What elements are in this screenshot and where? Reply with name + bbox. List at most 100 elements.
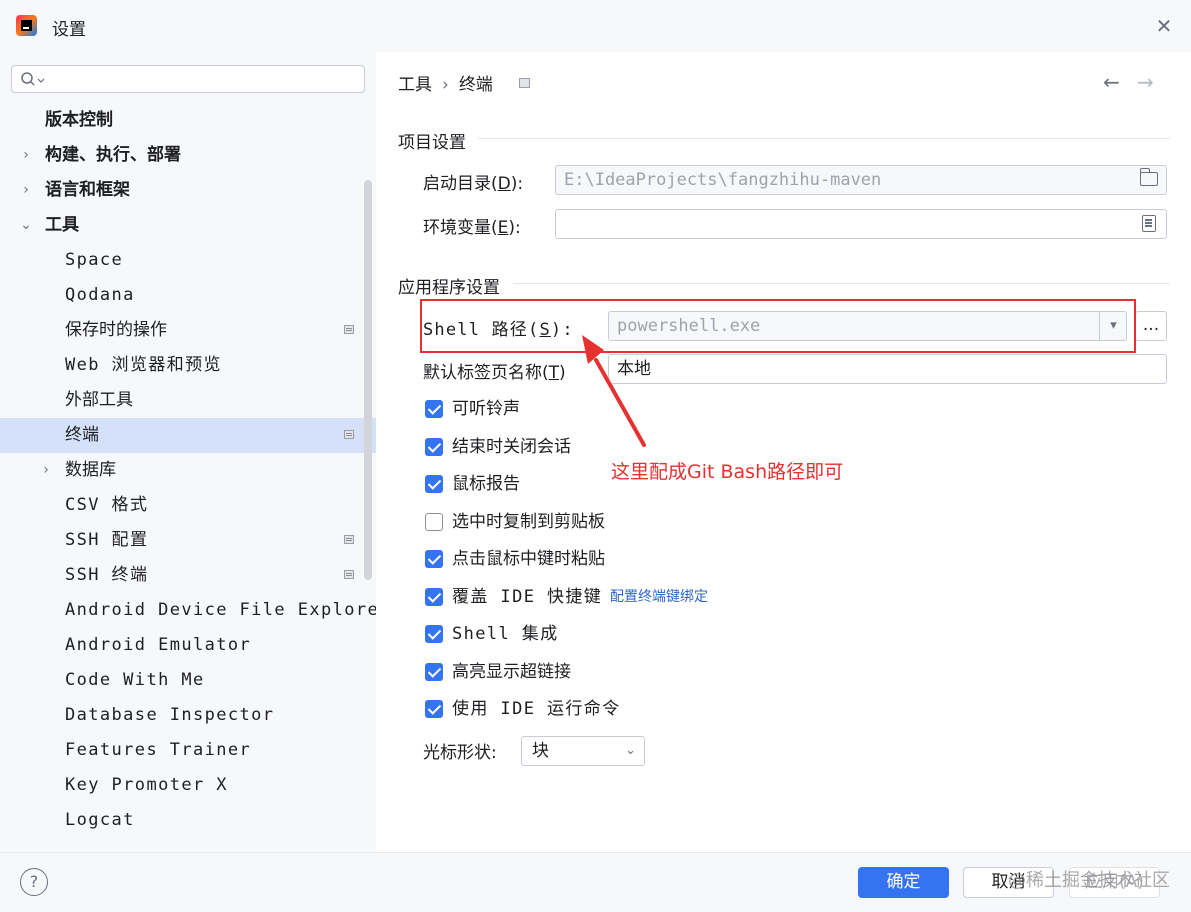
configure-keybindings-link[interactable]: 配置终端键绑定 <box>610 587 708 607</box>
sidebar-item-label: Android Emulator <box>65 635 252 655</box>
tab-name-value: 本地 <box>617 359 651 379</box>
start-dir-field[interactable]: E:\IdeaProjects\fangzhihu-maven <box>555 165 1167 195</box>
sidebar-item[interactable]: 终端 <box>0 418 376 453</box>
search-icon[interactable] <box>20 71 50 89</box>
folder-icon[interactable] <box>1139 168 1158 186</box>
sidebar-item[interactable]: Qodana <box>0 278 376 313</box>
sidebar-item-label: 保存时的操作 <box>65 320 167 340</box>
sidebar-item[interactable]: Code With Me <box>0 663 376 698</box>
checkbox-checked-icon[interactable] <box>425 437 443 456</box>
sidebar-item[interactable]: SSH 配置 <box>0 523 376 558</box>
sidebar-scrollbar[interactable] <box>364 180 372 580</box>
app-settings-title: 应用程序设置 <box>398 278 500 298</box>
sidebar-item[interactable]: SSH 终端 <box>0 558 376 593</box>
sidebar-item-label: 数据库 <box>65 460 116 480</box>
document-icon[interactable] <box>1142 215 1156 232</box>
sidebar-item[interactable]: ⌄ 工具 <box>0 208 376 243</box>
cursor-shape-label: 光标形状: <box>423 743 497 763</box>
project-settings-title: 项目设置 <box>398 133 466 153</box>
sidebar-item[interactable]: Android Device File Explore <box>0 593 376 628</box>
ok-button[interactable]: 确定 <box>858 867 949 898</box>
sidebar-item[interactable]: › 数据库 <box>0 453 376 488</box>
sidebar-item[interactable]: Features Trainer <box>0 733 376 768</box>
sidebar-item[interactable]: CSV 格式 <box>0 488 376 523</box>
sidebar-item-label: Features Trainer <box>65 740 252 760</box>
forward-arrow-icon[interactable]: → <box>1137 70 1154 94</box>
checkbox-checked-icon[interactable] <box>425 625 443 643</box>
chevron-right-icon[interactable]: › <box>19 173 33 208</box>
project-page-icon <box>344 430 354 439</box>
sidebar-item[interactable]: Key Promoter X <box>0 768 376 803</box>
window-title: 设置 <box>52 20 86 40</box>
sidebar-item-label: Android Device File Explore <box>65 600 376 620</box>
chevron-down-icon[interactable]: ⌄ <box>19 208 33 243</box>
sidebar-item-label: 工具 <box>45 215 79 235</box>
section-divider <box>478 138 1170 139</box>
sidebar-item[interactable]: Space <box>0 243 376 278</box>
chevron-right-icon[interactable]: › <box>39 453 53 488</box>
sidebar-item-label: Code With Me <box>65 670 205 690</box>
start-dir-value: E:\IdeaProjects\fangzhihu-maven <box>564 170 882 190</box>
checkbox-checked-icon[interactable] <box>425 662 443 681</box>
breadcrumb-current: 终端 <box>458 75 493 95</box>
tab-name-label: 默认标签页名称(T) <box>423 363 566 383</box>
breadcrumb-parent[interactable]: 工具 <box>398 75 432 95</box>
sidebar-item[interactable]: 保存时的操作 <box>0 313 376 348</box>
tab-name-field[interactable]: 本地 <box>608 354 1167 384</box>
checkbox-checked-icon[interactable] <box>425 587 443 606</box>
sidebar-item-label: Qodana <box>65 285 135 305</box>
env-vars-field[interactable] <box>555 209 1167 239</box>
sidebar-item-label: Database Inspector <box>65 705 275 725</box>
project-page-icon <box>519 78 530 88</box>
project-page-icon <box>344 535 354 544</box>
help-button[interactable]: ? <box>20 868 48 896</box>
breadcrumb: 工具 › 终端 <box>398 70 493 95</box>
checkbox-label: 可听铃声 <box>452 399 520 419</box>
section-divider <box>513 283 1170 284</box>
checkbox-label: 使用 IDE 运行命令 <box>452 699 621 719</box>
sidebar-item[interactable]: Database Inspector <box>0 698 376 733</box>
title-bar <box>0 0 1191 52</box>
close-icon[interactable]: ✕ <box>1152 14 1176 38</box>
sidebar-item[interactable]: 版本控制 <box>0 103 376 138</box>
sidebar-item-label: Space <box>65 250 124 270</box>
sidebar-item-label: 语言和框架 <box>45 180 130 200</box>
back-arrow-icon[interactable]: ← <box>1103 70 1120 94</box>
project-page-icon <box>344 570 354 579</box>
cursor-shape-select[interactable]: 块 ⌄ <box>521 736 645 766</box>
search-input[interactable] <box>11 65 365 93</box>
sidebar-item-label: 外部工具 <box>65 390 133 410</box>
checkbox-unchecked-icon[interactable] <box>425 512 443 531</box>
sidebar-item-label: SSH 配置 <box>65 530 149 550</box>
chevron-right-icon[interactable]: › <box>19 138 33 173</box>
checkbox-label: Shell 集成 <box>452 624 559 644</box>
footer-divider <box>0 852 1191 853</box>
watermark: @稀土掘金技术社区 <box>1008 870 1170 891</box>
sidebar-item-label: Web 浏览器和预览 <box>65 355 222 375</box>
sidebar-item-label: 构建、执行、部署 <box>45 145 181 165</box>
sidebar-item-label: Key Promoter X <box>65 775 228 795</box>
sidebar-item[interactable]: Web 浏览器和预览 <box>0 348 376 383</box>
sidebar-item[interactable]: Logcat <box>0 803 376 838</box>
sidebar-item-label: 版本控制 <box>45 110 113 130</box>
sidebar-item[interactable]: Android Emulator <box>0 628 376 663</box>
checkbox-label: 高亮显示超链接 <box>452 661 571 682</box>
checkbox-checked-icon[interactable] <box>425 700 443 718</box>
checkbox-label: 选中时复制到剪贴板 <box>452 511 605 532</box>
breadcrumb-separator: › <box>442 75 449 95</box>
sidebar-item-label: SSH 终端 <box>65 565 149 585</box>
annotation-text: 这里配成Git Bash路径即可 <box>611 461 844 483</box>
checkbox-label: 点击鼠标中键时粘贴 <box>452 549 605 569</box>
browse-button[interactable]: ... <box>1135 311 1167 341</box>
sidebar-item-label: CSV 格式 <box>65 495 149 515</box>
sidebar-item[interactable]: 外部工具 <box>0 383 376 418</box>
checkbox-checked-icon[interactable] <box>425 400 443 418</box>
checkbox-label: 鼠标报告 <box>452 474 520 494</box>
sidebar-item-label: 终端 <box>65 425 99 445</box>
sidebar-item[interactable]: › 语言和框架 <box>0 173 376 208</box>
checkbox-checked-icon[interactable] <box>425 475 443 493</box>
sidebar-item[interactable]: › 构建、执行、部署 <box>0 138 376 173</box>
checkbox-label: 结束时关闭会话 <box>452 436 571 457</box>
env-vars-label: 环境变量(E): <box>423 218 521 238</box>
checkbox-checked-icon[interactable] <box>425 550 443 568</box>
